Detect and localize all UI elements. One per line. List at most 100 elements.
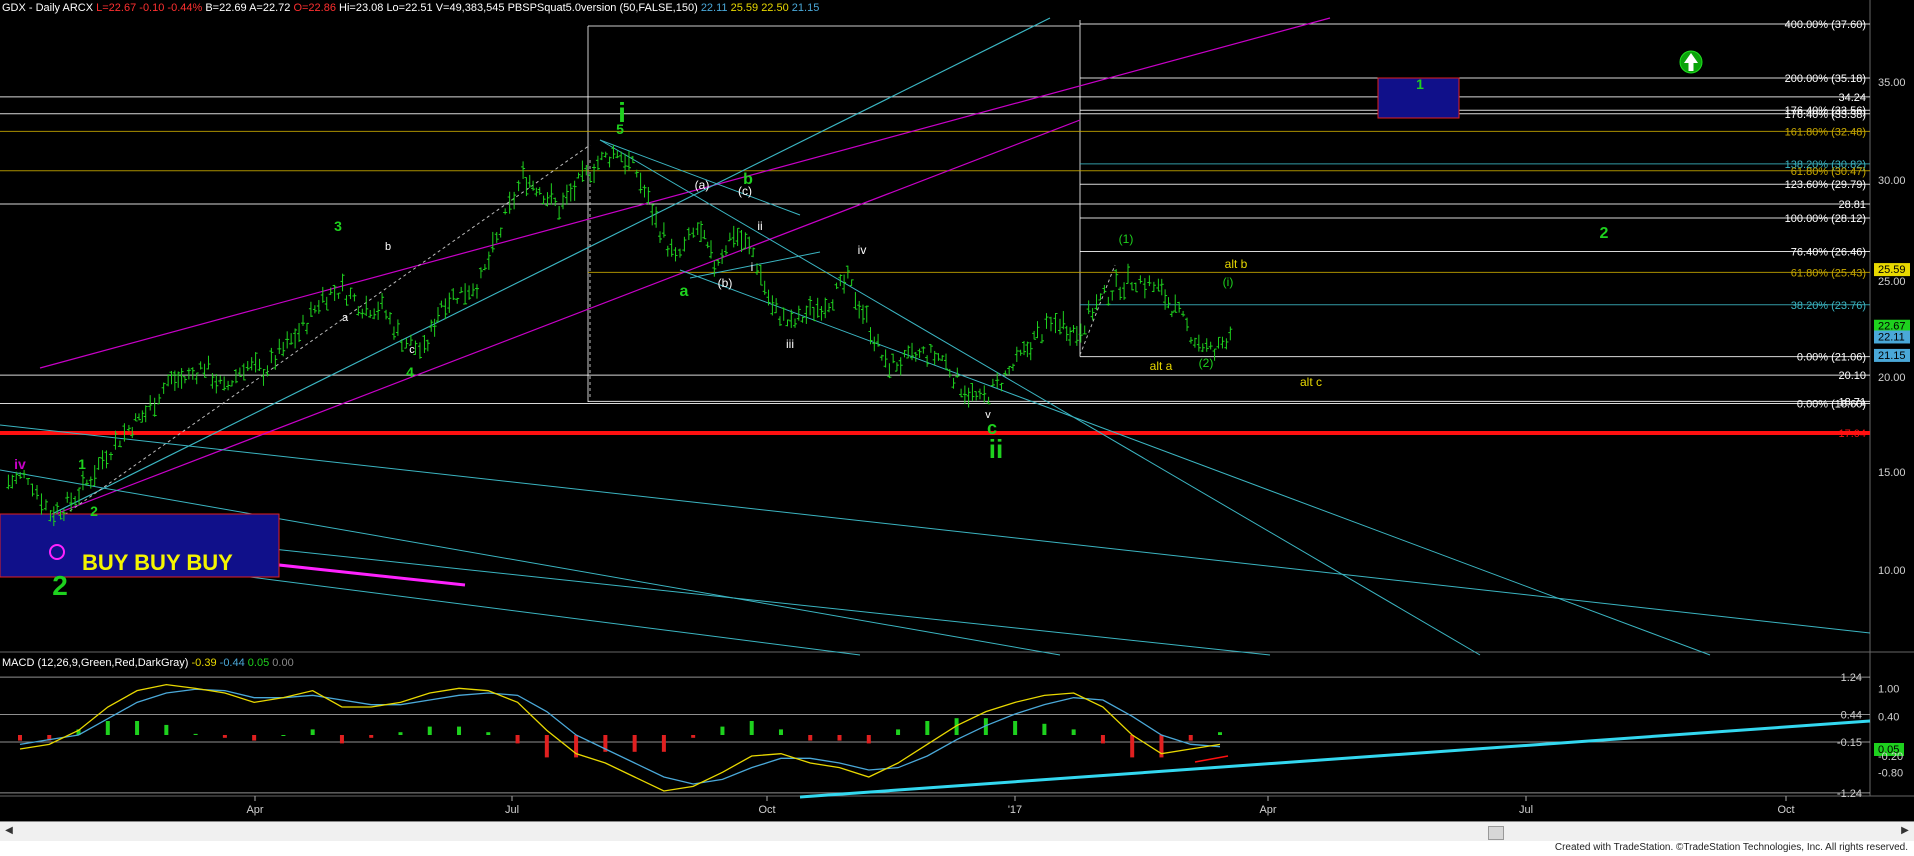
gdx-daily-chart[interactable]: BUY BUY BUYi53bacii4122iv12(a)(b)(c)iiii…	[0, 0, 1914, 821]
macd-hist-bar	[896, 729, 901, 735]
price-bar	[182, 376, 187, 384]
price-bar	[104, 450, 109, 469]
fib-level-label: 38.20% (23.76)	[1791, 300, 1866, 312]
fib-level-label: 400.00% (37.60)	[1785, 19, 1866, 31]
price-bar	[233, 369, 238, 384]
price-bar	[1106, 296, 1111, 306]
wave-label: 4	[406, 364, 414, 380]
price-bar	[990, 378, 995, 387]
price-bar	[474, 284, 479, 299]
macd-hist-bar	[1042, 723, 1047, 735]
price-bar	[206, 355, 211, 370]
wave-label: 2	[52, 570, 68, 601]
price-bar	[218, 375, 223, 384]
price-bar	[793, 318, 798, 328]
date-axis-label: '17	[1008, 804, 1022, 816]
wave-label: (a)	[695, 178, 710, 192]
macd-hist-bar	[427, 726, 432, 735]
macd-zero-value: 0.00	[272, 657, 294, 669]
price-bar	[557, 205, 562, 220]
price-bar	[902, 349, 907, 358]
study-label: PBSPSquat5.0version (50,FALSE,150)	[507, 2, 698, 14]
macd-hist-bar	[486, 732, 491, 735]
macd-hist-value: 0.05	[247, 657, 270, 669]
price-bar	[1200, 343, 1205, 352]
price-bar	[1090, 308, 1095, 321]
price-bar	[257, 358, 262, 371]
trend-cyan-down-2	[679, 269, 1711, 656]
price-bar	[463, 283, 468, 305]
wave-label: a	[342, 312, 349, 324]
price-bar	[512, 191, 517, 210]
macd-hist-bar	[222, 735, 227, 738]
wave-label: ii	[989, 434, 1003, 464]
price-bar	[549, 183, 554, 205]
last-price: L=22.67	[96, 2, 137, 14]
price-bar	[815, 297, 820, 318]
wave-label: 1	[78, 456, 86, 472]
wave-label: (i)	[1223, 275, 1234, 289]
price-bar	[1228, 326, 1233, 341]
macd-axis-label: -0.80	[1878, 767, 1903, 779]
price-bar	[1126, 263, 1131, 284]
price-bar	[599, 151, 604, 161]
price-bar	[819, 306, 824, 321]
macd-hist-bar	[778, 729, 783, 735]
price-bar	[1025, 341, 1030, 358]
price-bar	[1216, 336, 1221, 349]
price-bar	[486, 251, 491, 270]
price-bar	[34, 484, 39, 500]
macd-hist-bar	[457, 726, 462, 735]
price-bar	[743, 232, 748, 250]
macd-hist-bar	[632, 735, 637, 752]
macd-trendline-cyan	[799, 719, 1871, 799]
wave-label: (2)	[1199, 356, 1214, 370]
price-bar	[537, 187, 542, 195]
price-bar	[179, 368, 184, 389]
price-bar	[417, 342, 422, 359]
channel-cyan-b-2	[689, 251, 821, 279]
price-bar	[1053, 312, 1058, 334]
macd-axis-label: 1.00	[1878, 683, 1899, 695]
price-bar	[332, 284, 337, 301]
price-bar	[936, 353, 941, 361]
scroll-thumb[interactable]	[1488, 826, 1504, 840]
dashed-connector-1	[59, 144, 591, 519]
price-bar	[595, 155, 600, 171]
price-bar	[308, 301, 313, 317]
price-bar	[387, 311, 392, 325]
price-bar	[682, 236, 687, 252]
price-bar	[404, 337, 409, 349]
horizontal-scrollbar[interactable]: ◀ ▶	[0, 821, 1914, 841]
price-bar	[73, 496, 78, 506]
price-bar	[372, 308, 377, 320]
price-bar	[1064, 325, 1069, 341]
macd-hist-bar	[310, 729, 315, 735]
footer-credit: Created with TradeStation. ©TradeStation…	[1554, 842, 1908, 853]
price-bar	[521, 161, 526, 179]
price-bar	[959, 388, 964, 398]
price-bar	[1142, 278, 1147, 299]
macd-hist-bar	[281, 735, 286, 736]
price-bar	[88, 476, 93, 489]
price-bar	[100, 450, 105, 470]
price-bar	[524, 177, 529, 197]
macd-label: MACD (12,26,9,Green,Red,DarkGray)	[2, 657, 189, 669]
price-bar	[176, 371, 181, 388]
price-axis-tick: 10.00	[1878, 565, 1906, 577]
price-bar	[172, 370, 177, 391]
macd-hist-bar	[135, 721, 140, 735]
price-bar	[642, 184, 647, 198]
price-bar	[834, 282, 839, 290]
scroll-left-icon[interactable]: ◀	[2, 824, 16, 838]
price-bar	[1147, 275, 1152, 287]
wave-label: 3	[334, 218, 342, 234]
fib-level-label: 176.40% (33.56)	[1785, 105, 1866, 117]
scroll-right-icon[interactable]: ▶	[1898, 824, 1912, 838]
channel-magenta-upper	[39, 17, 1331, 369]
price-bar	[527, 174, 532, 188]
price-bar	[253, 352, 258, 373]
price-bar	[490, 231, 495, 253]
price-bar	[1068, 327, 1073, 346]
wave-label: alt a	[1150, 359, 1173, 373]
